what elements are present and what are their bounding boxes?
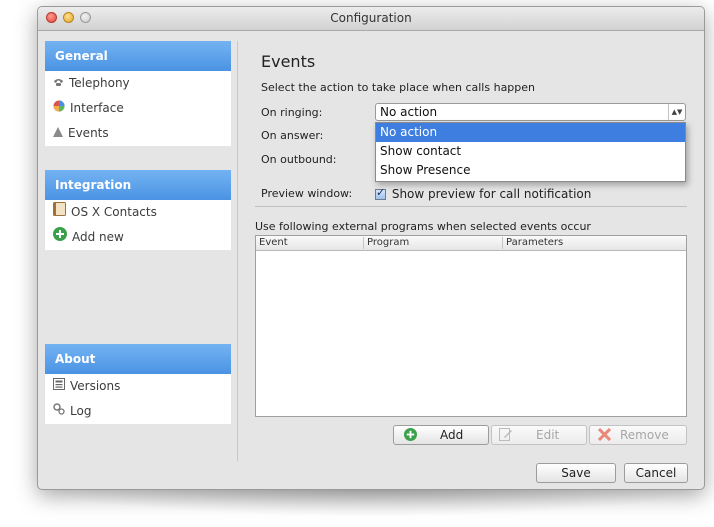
title-bar[interactable]: Configuration	[38, 7, 704, 31]
edit-button-label: Edit	[536, 428, 560, 442]
dropdown-option-no-action[interactable]: No action	[376, 123, 685, 142]
sidebar-header-general: General	[45, 41, 231, 71]
sidebar-item-label: Telephony	[69, 76, 130, 90]
select-arrows-icon: ▲▼	[668, 104, 685, 120]
phone-icon	[53, 71, 64, 96]
sidebar-item-interface[interactable]: Interface	[45, 96, 231, 121]
on-ringing-label: On ringing:	[261, 106, 323, 119]
window-title: Configuration	[330, 11, 412, 25]
on-ringing-select[interactable]: No action ▲▼	[375, 103, 686, 121]
preview-window-label: Preview window:	[261, 187, 353, 200]
sidebar-item-telephony[interactable]: Telephony	[45, 71, 231, 96]
events-subtitle: Select the action to take place when cal…	[261, 81, 536, 94]
sidebar-list-integration: OS X Contacts Add new	[45, 200, 231, 250]
table-header: Event Program Parameters	[256, 236, 686, 251]
sidebar-item-label: Events	[68, 126, 109, 140]
remove-button-label: Remove	[620, 428, 669, 442]
configuration-window: Configuration General Telephony Interfac…	[37, 6, 705, 490]
sidebar-item-label: Interface	[70, 101, 124, 115]
sidebar-list-general: Telephony Interface Events	[45, 71, 231, 146]
dropdown-option-show-contact[interactable]: Show contact	[376, 142, 685, 161]
section-divider	[255, 206, 687, 207]
save-button[interactable]: Save	[536, 463, 616, 483]
on-ringing-select-value: No action	[380, 105, 438, 119]
programs-label: Use following external programs when sel…	[255, 220, 591, 233]
sidebar-item-label: Versions	[70, 379, 121, 393]
page-title: Events	[261, 52, 316, 71]
sidebar-item-label: OS X Contacts	[71, 205, 157, 219]
events-icon	[53, 121, 63, 146]
checkbox-checked[interactable]	[375, 186, 386, 200]
sidebar-divider	[237, 41, 238, 461]
ringing-dropdown-menu: No action Show contact Show Presence	[375, 122, 686, 182]
column-header-parameters[interactable]: Parameters	[502, 237, 686, 249]
palette-icon	[53, 96, 65, 121]
programs-table[interactable]: Event Program Parameters	[255, 235, 687, 417]
sidebar-item-events[interactable]: Events	[45, 121, 231, 146]
edit-button[interactable]: Edit	[491, 425, 587, 445]
sidebar-item-label: Add new	[72, 230, 124, 244]
sidebar-item-label: Log	[70, 404, 92, 418]
sidebar-item-versions[interactable]: Versions	[45, 374, 231, 399]
sidebar-header-integration: Integration	[45, 170, 231, 200]
add-button-label: Add	[440, 428, 464, 442]
contacts-book-icon	[53, 200, 66, 225]
versions-icon	[53, 374, 65, 399]
sidebar-item-os-x-contacts[interactable]: OS X Contacts	[45, 200, 231, 225]
sidebar-list-about: Versions Log	[45, 374, 231, 424]
log-icon	[53, 399, 65, 424]
edit-pencil-icon	[499, 428, 513, 446]
on-answer-label: On answer:	[261, 129, 324, 142]
preview-checkbox[interactable]: Show preview for call notification	[375, 186, 592, 201]
remove-button[interactable]: Remove	[589, 425, 687, 445]
column-header-event[interactable]: Event	[256, 237, 363, 249]
sidebar-header-about: About	[45, 344, 231, 374]
add-circle-icon	[404, 428, 417, 446]
preview-checkbox-label: Show preview for call notification	[391, 187, 592, 201]
column-header-program[interactable]: Program	[363, 237, 502, 249]
dropdown-option-show-presence[interactable]: Show Presence	[376, 161, 685, 180]
sidebar-item-log[interactable]: Log	[45, 399, 231, 424]
cancel-button[interactable]: Cancel	[624, 463, 688, 483]
add-button[interactable]: Add	[393, 425, 489, 445]
remove-x-icon	[597, 427, 612, 446]
window-shadow	[40, 487, 700, 517]
on-outbound-label: On outbound:	[261, 153, 337, 166]
sidebar-item-add-new[interactable]: Add new	[45, 225, 231, 250]
add-circle-icon	[53, 225, 67, 250]
